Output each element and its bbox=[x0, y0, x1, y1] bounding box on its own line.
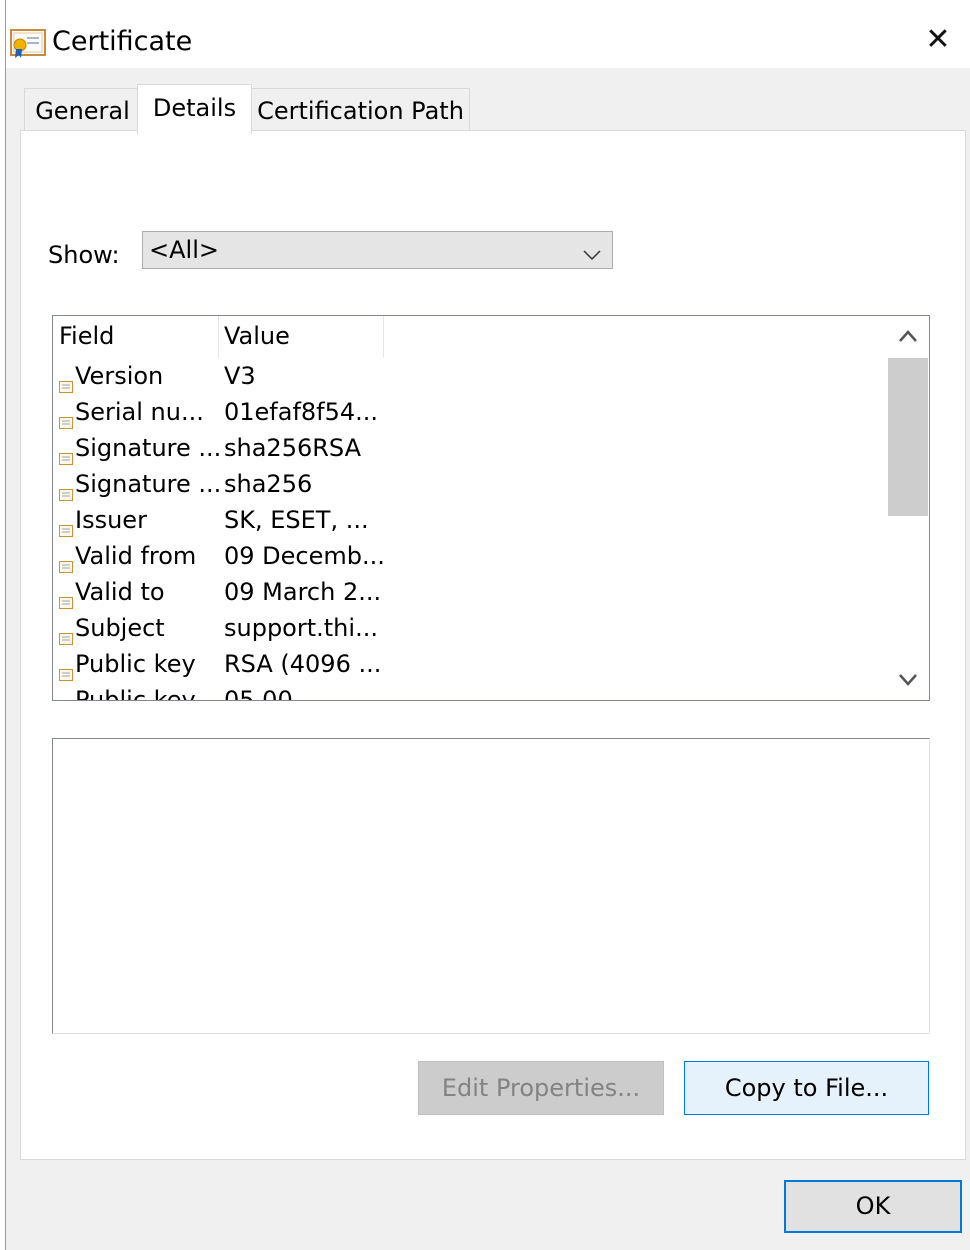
show-selected-value: <All> bbox=[149, 236, 219, 264]
field-list[interactable]: Field Value Version V3 Serial nu... 01ef… bbox=[52, 315, 930, 701]
field-value: SK, ESET, ... bbox=[224, 506, 369, 534]
field-icon bbox=[59, 584, 73, 609]
title-bar[interactable]: Certificate ✕ bbox=[6, 0, 970, 70]
field-icon bbox=[59, 476, 73, 501]
column-header-value[interactable]: Value bbox=[224, 322, 290, 350]
field-icon bbox=[59, 548, 73, 573]
field-value: V3 bbox=[224, 362, 256, 390]
field-value: 05 00 bbox=[224, 686, 293, 701]
field-name: Subject bbox=[75, 614, 165, 642]
scrollbar-thumb[interactable] bbox=[888, 358, 928, 516]
window-title: Certificate bbox=[52, 26, 193, 57]
certificate-icon bbox=[10, 27, 50, 58]
list-row[interactable]: Valid from 09 Decemb... bbox=[53, 538, 883, 574]
list-row[interactable]: Public key ... 05 00 bbox=[53, 682, 883, 701]
column-divider[interactable] bbox=[383, 316, 384, 358]
tab-label: Certification Path bbox=[257, 97, 464, 125]
tab-certification-path[interactable]: Certification Path bbox=[251, 88, 470, 132]
column-divider[interactable] bbox=[218, 316, 219, 358]
field-name: Version bbox=[75, 362, 164, 390]
field-value: 09 March 2... bbox=[224, 578, 382, 606]
list-row[interactable]: Signature ... sha256 bbox=[53, 466, 883, 502]
field-value: sha256RSA bbox=[224, 434, 362, 462]
tab-label: General bbox=[35, 97, 130, 125]
list-row[interactable]: Signature ... sha256RSA bbox=[53, 430, 883, 466]
column-header-field[interactable]: Field bbox=[59, 322, 114, 350]
show-dropdown[interactable]: <All> bbox=[142, 231, 613, 269]
dialog-body: General Details Certification Path Show:… bbox=[6, 68, 970, 1250]
close-button[interactable]: ✕ bbox=[916, 20, 960, 60]
field-name: Issuer bbox=[75, 506, 147, 534]
field-name: Public key bbox=[75, 650, 196, 678]
field-icon bbox=[59, 440, 73, 465]
list-header: Field Value bbox=[53, 316, 384, 358]
list-row[interactable]: Subject support.thi... bbox=[53, 610, 883, 646]
tab-general[interactable]: General bbox=[24, 88, 141, 132]
ok-button[interactable]: OK bbox=[784, 1180, 962, 1233]
tab-label: Details bbox=[152, 94, 237, 122]
field-value: sha256 bbox=[224, 470, 313, 498]
field-name: Signature ... bbox=[75, 434, 222, 462]
vertical-scrollbar[interactable] bbox=[887, 316, 929, 700]
details-tab-panel: Show: <All> Field Value Version V3 Seria… bbox=[20, 130, 966, 1160]
field-name: Public key ... bbox=[75, 686, 227, 701]
list-row[interactable]: Issuer SK, ESET, ... bbox=[53, 502, 883, 538]
field-icon bbox=[59, 368, 73, 393]
field-icon bbox=[59, 404, 73, 429]
tab-details[interactable]: Details bbox=[137, 84, 252, 134]
field-name: Serial nu... bbox=[75, 398, 204, 426]
chevron-down-icon bbox=[582, 239, 602, 261]
field-value: support.thi... bbox=[224, 614, 378, 642]
field-icon bbox=[59, 692, 73, 700]
field-icon bbox=[59, 620, 73, 645]
show-label: Show: bbox=[48, 241, 120, 269]
scroll-down-arrow-icon[interactable] bbox=[887, 660, 929, 700]
scroll-up-arrow-icon[interactable] bbox=[887, 316, 929, 356]
field-value: 09 Decemb... bbox=[224, 542, 385, 570]
field-name: Signature ... bbox=[75, 470, 222, 498]
list-row[interactable]: Valid to 09 March 2... bbox=[53, 574, 883, 610]
list-row[interactable]: Version V3 bbox=[53, 358, 883, 394]
field-detail-textbox[interactable] bbox=[52, 738, 930, 1034]
field-icon bbox=[59, 512, 73, 537]
edit-properties-button[interactable]: Edit Properties... bbox=[418, 1061, 664, 1115]
list-row[interactable]: Public key RSA (4096 ... bbox=[53, 646, 883, 682]
list-row[interactable]: Serial nu... 01efaf8f54... bbox=[53, 394, 883, 430]
field-name: Valid to bbox=[75, 578, 165, 606]
copy-to-file-button[interactable]: Copy to File... bbox=[684, 1061, 929, 1115]
field-value: 01efaf8f54... bbox=[224, 398, 379, 426]
field-name: Valid from bbox=[75, 542, 197, 570]
field-icon bbox=[59, 656, 73, 681]
field-value: RSA (4096 ... bbox=[224, 650, 382, 678]
